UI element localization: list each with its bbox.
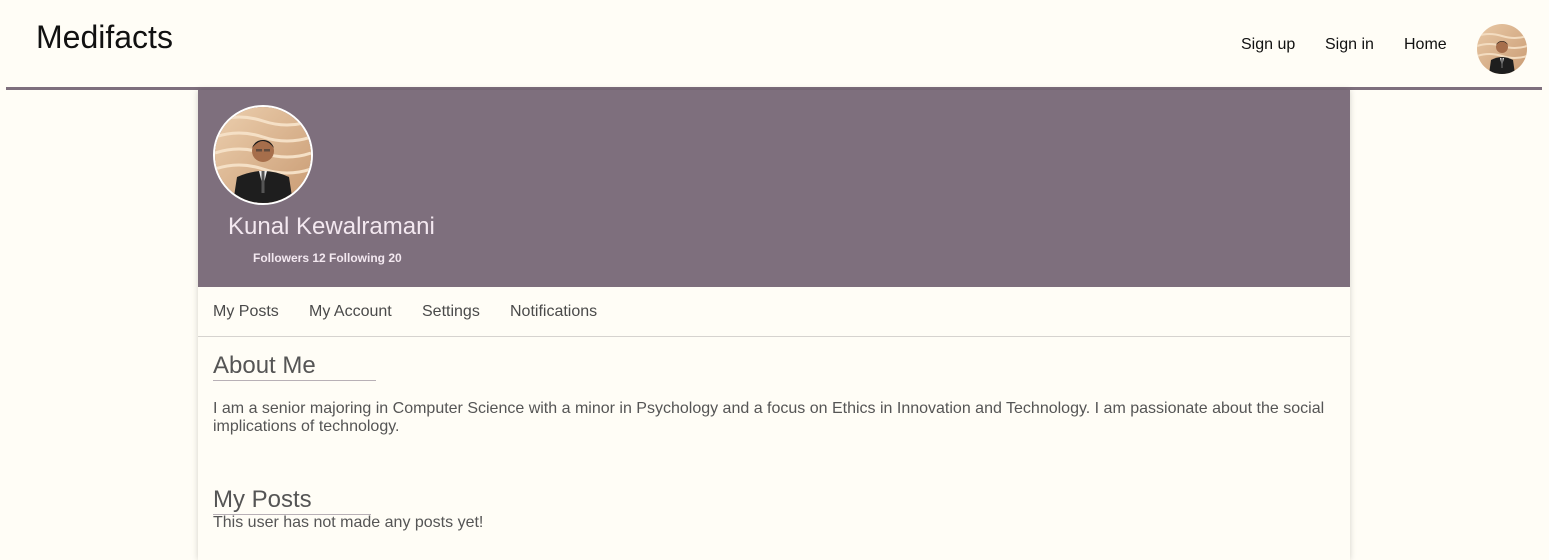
tab-my-account[interactable]: My Account: [309, 303, 392, 321]
profile-avatar-photo: [215, 107, 311, 203]
profile-header: Kunal Kewalramani Followers 12 Following…: [198, 90, 1350, 287]
tab-my-posts[interactable]: My Posts: [213, 303, 279, 321]
follow-stats[interactable]: Followers 12 Following 20: [253, 252, 402, 264]
tab-notifications[interactable]: Notifications: [510, 303, 597, 321]
profile-card: Kunal Kewalramani Followers 12 Following…: [198, 90, 1350, 560]
profile-tabs: My Posts My Account Settings Notificatio…: [198, 287, 1350, 337]
brand-logo[interactable]: Medifacts: [36, 21, 173, 53]
sign-up-link[interactable]: Sign up: [1241, 36, 1295, 54]
my-posts-heading: My Posts: [213, 488, 371, 515]
about-me-heading: About Me: [213, 354, 376, 381]
no-posts-message: This user has not made any posts yet!: [213, 514, 484, 531]
user-avatar-photo: [1477, 24, 1527, 74]
top-navigation-bar: Medifacts Sign up Sign in Home: [6, 0, 1542, 90]
sign-in-link[interactable]: Sign in: [1325, 36, 1374, 54]
home-link[interactable]: Home: [1404, 36, 1447, 54]
profile-name: Kunal Kewalramani: [228, 213, 435, 240]
about-me-text: I am a senior majoring in Computer Scien…: [213, 400, 1325, 435]
tab-settings[interactable]: Settings: [422, 303, 480, 321]
profile-avatar-icon: [213, 105, 313, 205]
user-avatar-icon[interactable]: [1477, 24, 1527, 74]
